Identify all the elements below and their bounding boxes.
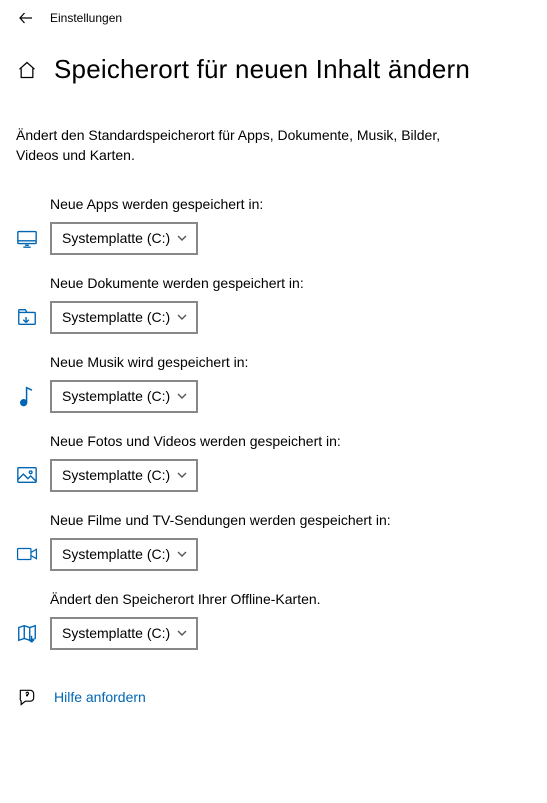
setting-row: Neue Musik wird gespeichert in: Systempl… [0,340,547,419]
drive-select[interactable]: Systemplatte (C:) [50,222,198,255]
back-button[interactable] [16,8,36,28]
page-header: Speicherort für neuen Inhalt ändern [0,36,547,95]
setting-row: Neue Apps werden gespeichert in: Systemp… [0,182,547,261]
page-title: Speicherort für neuen Inhalt ändern [54,54,470,85]
drive-select[interactable]: Systemplatte (C:) [50,617,198,650]
setting-label: Neue Dokumente werden gespeichert in: [50,275,531,291]
chevron-down-icon [176,627,188,639]
drive-select-value: Systemplatte (C:) [62,625,170,641]
window-title: Einstellungen [50,11,122,25]
drive-select[interactable]: Systemplatte (C:) [50,538,198,571]
chevron-down-icon [176,469,188,481]
setting-row: Ändert den Speicherort Ihrer Offline-Kar… [0,577,547,656]
setting-row: Neue Fotos und Videos werden gespeichert… [0,419,547,498]
setting-label: Neue Musik wird gespeichert in: [50,354,531,370]
help-link[interactable]: Hilfe anfordern [54,689,146,705]
drive-select-value: Systemplatte (C:) [62,230,170,246]
setting-label: Neue Apps werden gespeichert in: [50,196,531,212]
chevron-down-icon [176,311,188,323]
drive-select-value: Systemplatte (C:) [62,309,170,325]
drive-select-value: Systemplatte (C:) [62,388,170,404]
setting-label: Neue Fotos und Videos werden gespeichert… [50,433,531,449]
page-subtitle: Ändert den Standardspeicherort für Apps,… [0,95,480,176]
picture-icon [16,464,38,486]
titlebar: Einstellungen [0,0,547,36]
setting-label: Neue Filme und TV-Sendungen werden gespe… [50,512,531,528]
drive-select[interactable]: Systemplatte (C:) [50,459,198,492]
setting-label: Ändert den Speicherort Ihrer Offline-Kar… [50,591,531,607]
music-note-icon [16,385,38,407]
help-row: Hilfe anfordern [0,656,547,708]
home-icon [16,59,38,81]
setting-row: Neue Dokumente werden gespeichert in: Sy… [0,261,547,340]
drive-select-value: Systemplatte (C:) [62,546,170,562]
drive-select-value: Systemplatte (C:) [62,467,170,483]
chevron-down-icon [176,232,188,244]
drive-select[interactable]: Systemplatte (C:) [50,301,198,334]
drive-select[interactable]: Systemplatte (C:) [50,380,198,413]
help-icon [16,686,38,708]
save-folder-icon [16,306,38,328]
video-camera-icon [16,543,38,565]
setting-row: Neue Filme und TV-Sendungen werden gespe… [0,498,547,577]
monitor-icon [16,227,38,249]
chevron-down-icon [176,390,188,402]
settings-list: Neue Apps werden gespeichert in: Systemp… [0,176,547,656]
chevron-down-icon [176,548,188,560]
map-download-icon [16,622,38,644]
